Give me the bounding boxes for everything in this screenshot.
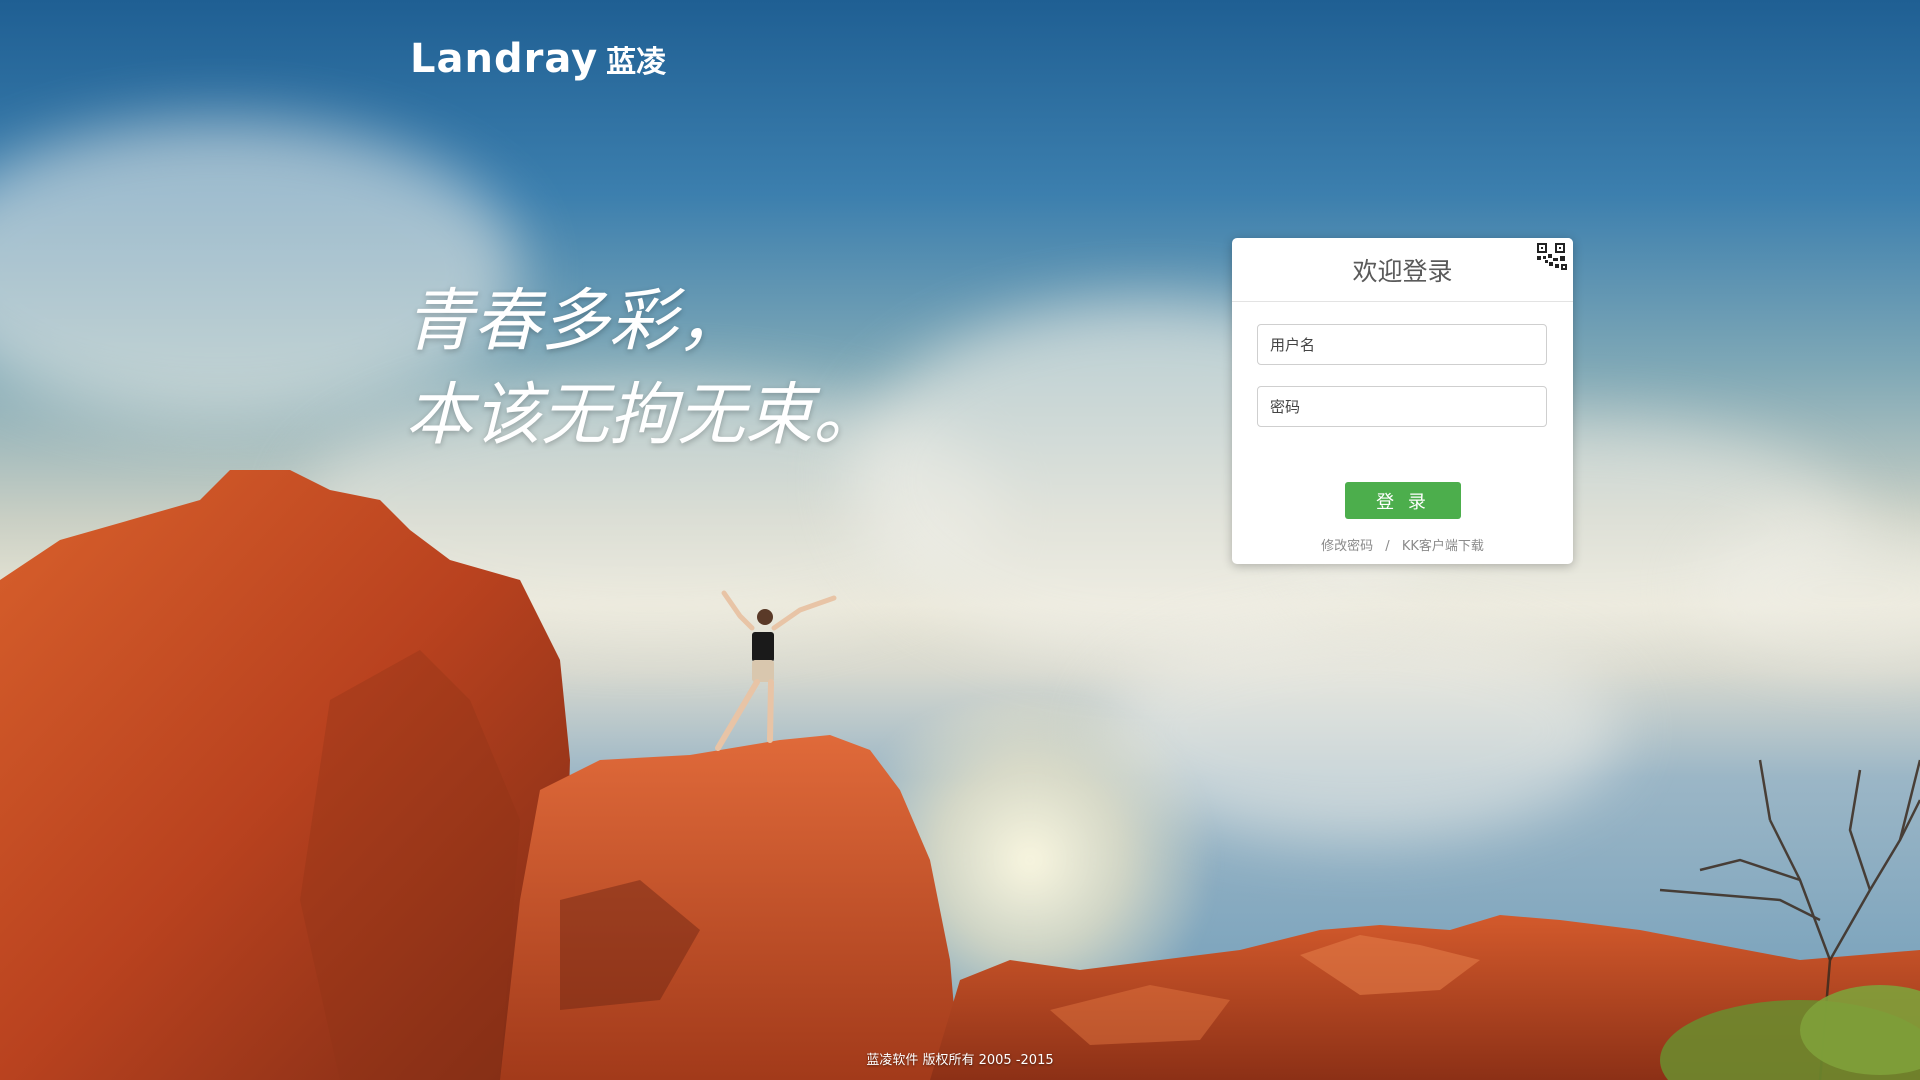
qr-code-icon[interactable] [1531, 238, 1573, 280]
login-button[interactable]: 登 录 [1345, 482, 1461, 519]
slogan: 青春多彩， 本该无拘无束。 [405, 275, 881, 463]
landray-logo: Landray 蓝凌 [410, 36, 666, 82]
login-panel: 欢迎登录 登 录 [1232, 238, 1573, 564]
login-links: 修改密码 / KK客户端下载 [1232, 535, 1573, 554]
slogan-line-1: 青春多彩， [405, 282, 746, 361]
logo-text-en: Landray [410, 36, 599, 82]
login-header: 欢迎登录 [1232, 238, 1573, 302]
slogan-line-2: 本该无拘无束。 [405, 376, 882, 455]
login-page: Landray 蓝凌 青春多彩， 本该无拘无束。 欢迎登录 用户名 登 录 修改… [0, 0, 1920, 1080]
person-figure [715, 590, 837, 751]
username-input[interactable] [1257, 324, 1547, 365]
login-title: 欢迎登录 [1352, 256, 1453, 286]
link-separator: / [1385, 539, 1390, 554]
change-password-link[interactable]: 修改密码 [1321, 539, 1373, 554]
kk-client-download-link[interactable]: KK客户端下载 [1402, 539, 1484, 554]
copyright-footer: 蓝凌软件 版权所有 2005 -2015 [866, 1053, 1054, 1068]
logo-text-cn: 蓝凌 [606, 45, 667, 80]
rock-landscape [0, 470, 1920, 1080]
password-input[interactable] [1257, 386, 1547, 427]
